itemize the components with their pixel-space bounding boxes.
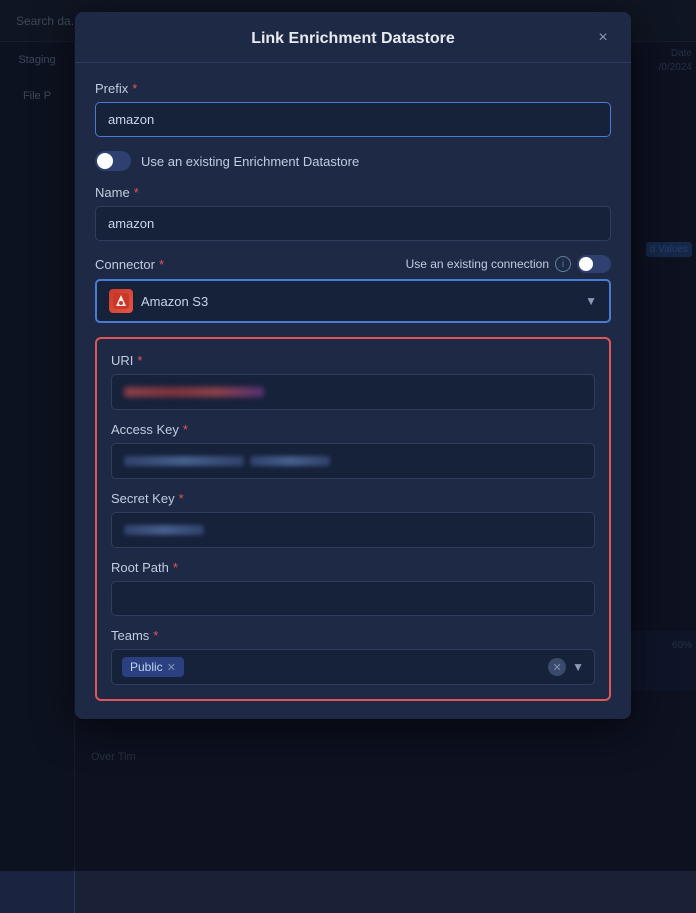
connector-icon <box>109 289 133 313</box>
prefix-input[interactable] <box>95 102 611 137</box>
teams-label: Teams * <box>111 628 595 643</box>
teams-tags: Public ✕ <box>122 657 184 677</box>
existing-datastore-toggle[interactable] <box>95 151 131 171</box>
existing-datastore-label: Use an existing Enrichment Datastore <box>141 154 359 169</box>
access-key-label: Access Key * <box>111 422 595 437</box>
uri-input[interactable] <box>111 374 595 410</box>
access-key-input[interactable] <box>111 443 595 479</box>
uri-label: URI * <box>111 353 595 368</box>
existing-connection-toggle[interactable] <box>577 255 611 273</box>
modal-header: Link Enrichment Datastore × <box>75 12 631 63</box>
uri-masked-value <box>124 387 264 397</box>
name-input[interactable] <box>95 206 611 241</box>
access-key-group: Access Key * <box>111 422 595 479</box>
name-label: Name * <box>95 185 611 200</box>
public-tag: Public ✕ <box>122 657 184 677</box>
close-button[interactable]: × <box>591 26 615 50</box>
modal-dialog: Link Enrichment Datastore × Prefix * Use… <box>75 12 631 719</box>
connection-details-section: URI * Access Key * <box>95 337 611 701</box>
secret-key-label: Secret Key * <box>111 491 595 506</box>
modal-title: Link Enrichment Datastore <box>251 30 455 48</box>
teams-group: Teams * Public ✕ ✕ ▼ <box>111 628 595 685</box>
root-path-group: Root Path * <box>111 560 595 616</box>
name-required: * <box>134 185 139 200</box>
connector-select-left: Amazon S3 <box>109 289 208 313</box>
access-key-required: * <box>183 422 188 437</box>
connector-required: * <box>159 257 164 272</box>
teams-controls: ✕ ▼ <box>548 658 584 676</box>
secret-key-input[interactable] <box>111 512 595 548</box>
existing-connection-section: Use an existing connection i <box>406 255 611 273</box>
info-icon[interactable]: i <box>555 256 571 272</box>
prefix-label: Prefix * <box>95 81 611 96</box>
name-group: Name * <box>95 185 611 241</box>
existing-connection-label: Use an existing connection <box>406 257 549 271</box>
teams-chevron-icon[interactable]: ▼ <box>572 660 584 674</box>
root-path-input[interactable] <box>111 581 595 616</box>
connector-header: Connector * Use an existing connection i <box>95 255 611 273</box>
connector-label: Connector * <box>95 257 164 272</box>
teams-input[interactable]: Public ✕ ✕ ▼ <box>111 649 595 685</box>
secret-key-masked <box>124 525 204 535</box>
access-key-masked-2 <box>250 456 330 466</box>
access-key-masked <box>124 456 244 466</box>
prefix-group: Prefix * <box>95 81 611 137</box>
existing-datastore-toggle-row: Use an existing Enrichment Datastore <box>95 151 611 171</box>
uri-group: URI * <box>111 353 595 410</box>
modal-body: Prefix * Use an existing Enrichment Data… <box>75 63 631 719</box>
public-tag-label: Public <box>130 660 163 674</box>
connector-selected-value: Amazon S3 <box>141 294 208 309</box>
teams-clear-icon[interactable]: ✕ <box>548 658 566 676</box>
connector-select[interactable]: Amazon S3 ▼ <box>95 279 611 323</box>
connector-chevron-icon: ▼ <box>585 294 597 308</box>
public-tag-close[interactable]: ✕ <box>167 661 176 674</box>
teams-required: * <box>153 628 158 643</box>
uri-required: * <box>137 353 142 368</box>
secret-key-required: * <box>179 491 184 506</box>
root-path-label: Root Path * <box>111 560 595 575</box>
prefix-required: * <box>132 81 137 96</box>
root-path-required: * <box>173 560 178 575</box>
connector-select-group: Amazon S3 ▼ <box>95 279 611 323</box>
secret-key-group: Secret Key * <box>111 491 595 548</box>
